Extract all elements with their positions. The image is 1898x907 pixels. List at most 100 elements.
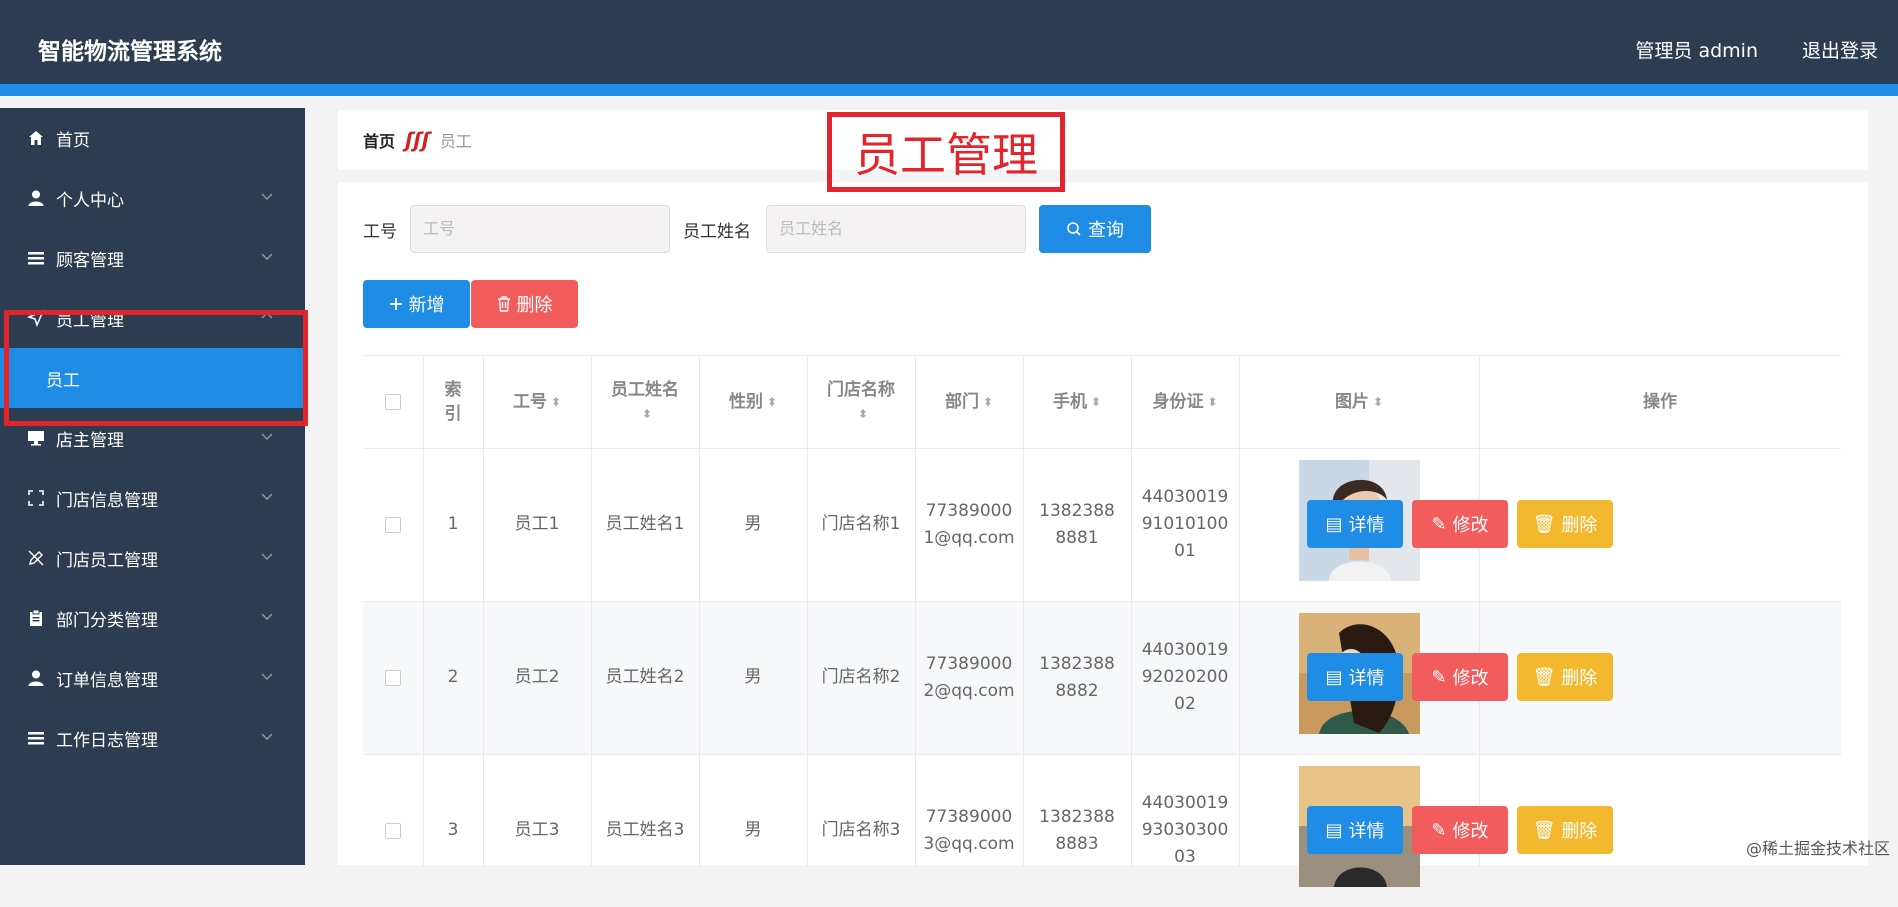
sort-icon[interactable]: ⬍ (1373, 390, 1383, 414)
cell-store: 门店名称2 (807, 601, 915, 754)
cell-phone: 13823888881 (1035, 448, 1119, 601)
row-checkbox[interactable] (385, 670, 401, 686)
sort-icon[interactable]: ⬍ (1091, 390, 1101, 414)
add-button[interactable]: 新增 (363, 280, 470, 328)
chevron-down-icon (259, 488, 275, 504)
employee-id-label: 工号 (363, 217, 397, 242)
detail-button[interactable]: ▤详情 (1307, 806, 1403, 854)
employee-name-input[interactable]: 员工姓名 (766, 205, 1026, 253)
list-icon (26, 728, 46, 748)
clipboard-icon (26, 608, 46, 628)
row-delete-button[interactable]: 🗑删除 (1517, 653, 1613, 701)
chevron-down-icon (259, 188, 275, 204)
column-header-idcard[interactable]: 身份证⬍ (1131, 356, 1239, 448)
delete-button[interactable]: 删除 (471, 280, 578, 328)
row-delete-button[interactable]: 🗑删除 (1517, 806, 1613, 854)
column-header-id[interactable]: 工号⬍ (483, 356, 591, 448)
sidebar-item-orders[interactable]: 订单信息管理 (0, 648, 305, 708)
app-title: 智能物流管理系统 (38, 32, 222, 66)
employee-id-input[interactable]: 工号 (410, 205, 670, 253)
sidebar-item-profile[interactable]: 个人中心 (0, 168, 305, 228)
highlight-box (4, 310, 308, 426)
edit-button[interactable]: ✎修改 (1412, 500, 1508, 548)
table-row: 2 员工2 员工姓名2 男 门店名称2 773890002@qq.com 138… (363, 601, 1841, 754)
trash-icon: 🗑 (1533, 667, 1556, 688)
row-checkbox[interactable] (385, 823, 401, 839)
cell-dept: 773890002@qq.com (921, 601, 1017, 754)
column-header-store[interactable]: 门店名称⬍ (807, 356, 915, 448)
logout-link[interactable]: 退出登录 (1802, 36, 1878, 63)
sidebar-item-label: 工作日志管理 (56, 726, 158, 751)
sidebar-item-store-staff[interactable]: 门店员工管理 (0, 528, 305, 588)
sidebar-item-store-info[interactable]: 门店信息管理 (0, 468, 305, 528)
pencil-icon: ✎ (1431, 667, 1446, 688)
cell-id: 员工1 (483, 448, 591, 601)
sidebar-item-home[interactable]: 首页 (0, 108, 305, 168)
sidebar-item-worklog[interactable]: 工作日志管理 (0, 708, 305, 768)
row-checkbox[interactable] (385, 517, 401, 533)
cell-idcard: 440300199101010001 (1139, 448, 1231, 601)
select-all-checkbox[interactable] (385, 394, 401, 410)
detail-button[interactable]: ▤详情 (1307, 500, 1403, 548)
sidebar-item-departments[interactable]: 部门分类管理 (0, 588, 305, 648)
user-icon (26, 188, 46, 208)
column-header-photo[interactable]: 图片⬍ (1239, 356, 1479, 448)
chevron-down-icon (259, 428, 275, 444)
column-header-gender[interactable]: 性别⬍ (699, 356, 807, 448)
divider (338, 170, 1868, 182)
sort-icon[interactable]: ⬍ (983, 390, 993, 414)
list-icon (26, 248, 46, 268)
top-header: 智能物流管理系统 管理员 admin 退出登录 (0, 0, 1898, 96)
document-icon: ▤ (1325, 667, 1342, 688)
query-button[interactable]: 查询 (1039, 205, 1151, 253)
sort-icon[interactable]: ⬍ (551, 390, 561, 414)
chevron-down-icon (259, 548, 275, 564)
cell-gender: 男 (699, 448, 807, 601)
cell-name: 员工姓名1 (591, 448, 699, 601)
frame-icon (26, 488, 46, 508)
column-header-dept[interactable]: 部门⬍ (915, 356, 1023, 448)
table-row: 3 员工3 员工姓名3 男 门店名称3 773890003@qq.com 138… (363, 754, 1841, 907)
row-select-cell (363, 601, 423, 754)
sidebar-item-label: 顾客管理 (56, 246, 124, 271)
sidebar-item-label: 个人中心 (56, 186, 124, 211)
pencil-icon: ✎ (1431, 820, 1446, 841)
column-header-index: 索引 (423, 356, 483, 448)
sort-icon[interactable]: ⬍ (767, 390, 777, 414)
column-header-name[interactable]: 员工姓名⬍ (591, 356, 699, 448)
user-label: 管理员 admin (1635, 36, 1758, 63)
sidebar-item-label: 门店员工管理 (56, 546, 158, 571)
edit-button[interactable]: ✎修改 (1412, 653, 1508, 701)
table-row: 1 员工1 员工姓名1 男 门店名称1 773890001@qq.com 138… (363, 448, 1841, 601)
sort-icon[interactable]: ⬍ (642, 402, 652, 426)
cell-dept: 773890003@qq.com (921, 754, 1017, 907)
footer-note: @稀土掘金技术社区 (1746, 835, 1890, 859)
sidebar-item-label: 门店信息管理 (56, 486, 158, 511)
row-select-cell (363, 448, 423, 601)
cell-gender: 男 (699, 754, 807, 907)
cell-idcard: 440300199202020002 (1139, 601, 1231, 754)
sort-icon[interactable]: ⬍ (1207, 390, 1217, 414)
breadcrumb-current: 员工 (440, 128, 472, 152)
sidebar-item-label: 首页 (56, 126, 90, 151)
select-all-cell (363, 356, 423, 448)
trash-icon: 🗑 (1533, 514, 1556, 535)
search-icon (1066, 221, 1082, 237)
row-select-cell (363, 754, 423, 907)
sort-icon[interactable]: ⬍ (858, 402, 868, 426)
row-delete-button[interactable]: 🗑删除 (1517, 500, 1613, 548)
add-button-label: 新增 (409, 291, 445, 317)
cell-index: 2 (423, 601, 483, 754)
cell-name: 员工姓名2 (591, 601, 699, 754)
column-header-phone[interactable]: 手机⬍ (1023, 356, 1131, 448)
detail-button[interactable]: ▤详情 (1307, 653, 1403, 701)
breadcrumb-separator-icon: ʃʃʃ (405, 128, 430, 152)
sidebar-item-label: 部门分类管理 (56, 606, 158, 631)
cell-store: 门店名称3 (807, 754, 915, 907)
sidebar-item-customers[interactable]: 顾客管理 (0, 228, 305, 288)
edit-button[interactable]: ✎修改 (1412, 806, 1508, 854)
query-button-label: 查询 (1088, 216, 1124, 242)
cell-idcard: 440300199303030003 (1139, 754, 1231, 907)
breadcrumb-home[interactable]: 首页 (363, 128, 395, 152)
sidebar: 首页 个人中心 顾客管理 员工管理 员工 店主管理 门店信息管理 门店员工管理 … (0, 108, 305, 865)
